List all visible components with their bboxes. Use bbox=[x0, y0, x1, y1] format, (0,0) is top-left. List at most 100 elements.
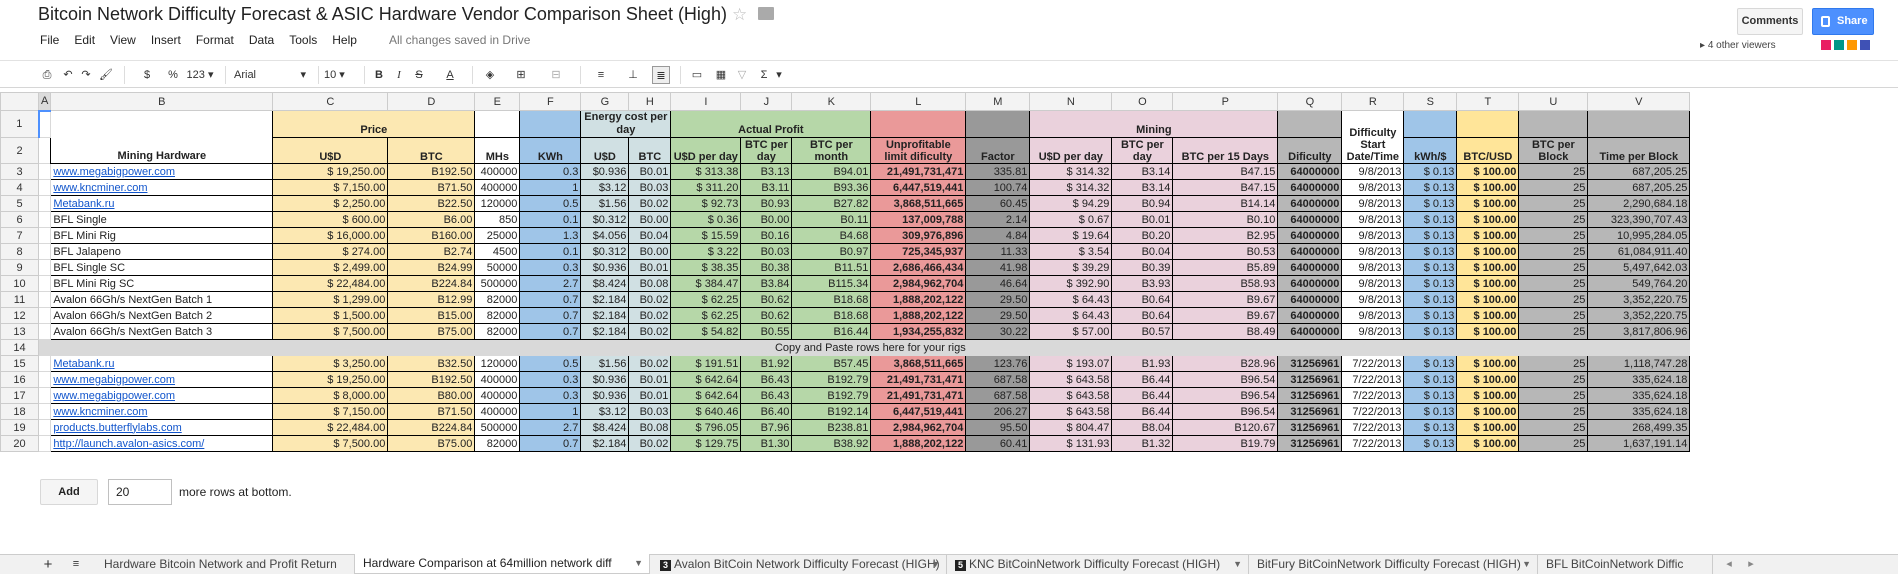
value-cell[interactable]: 25 bbox=[1518, 307, 1589, 324]
value-cell[interactable]: 82000 bbox=[474, 291, 521, 308]
value-cell[interactable]: 335,624.18 bbox=[1587, 371, 1691, 388]
menu-tools[interactable]: Tools bbox=[289, 33, 317, 47]
value-cell[interactable]: B0.04 bbox=[628, 227, 672, 244]
value-cell[interactable]: B0.94 bbox=[1111, 195, 1174, 212]
value-cell[interactable]: 0.3 bbox=[519, 259, 582, 276]
cell[interactable] bbox=[1456, 110, 1520, 138]
value-cell[interactable]: $ 0.13 bbox=[1403, 275, 1458, 292]
value-cell[interactable]: B0.38 bbox=[740, 259, 793, 276]
value-cell[interactable]: 3,817,806.96 bbox=[1587, 323, 1691, 340]
value-cell[interactable]: 21,491,731,471 bbox=[870, 371, 967, 388]
value-cell[interactable]: $ 643.58 bbox=[1029, 371, 1113, 388]
hardware-name-cell[interactable]: www.kncminer.com bbox=[50, 179, 274, 196]
value-cell[interactable]: $ 15.59 bbox=[670, 227, 742, 244]
value-cell[interactable]: B0.53 bbox=[1172, 243, 1279, 260]
sheet-tab[interactable]: Hardware Comparison at 64million network… bbox=[354, 554, 650, 574]
value-cell[interactable]: 687.58 bbox=[965, 387, 1031, 404]
value-cell[interactable]: 1,888,202,122 bbox=[870, 435, 967, 452]
header-unprofitable[interactable]: Unprofitable limit dificulty bbox=[870, 137, 967, 164]
row-number[interactable]: 6 bbox=[0, 211, 39, 228]
chevron-down-icon[interactable]: ▾ bbox=[774, 66, 784, 84]
cell[interactable] bbox=[37, 419, 52, 436]
value-cell[interactable]: 64000000 bbox=[1277, 179, 1343, 196]
value-cell[interactable]: 1,888,202,122 bbox=[870, 307, 967, 324]
value-cell[interactable]: B3.14 bbox=[1111, 179, 1174, 196]
value-cell[interactable]: $ 804.47 bbox=[1029, 419, 1113, 436]
value-cell[interactable]: 725,345,937 bbox=[870, 243, 967, 260]
value-cell[interactable]: 400000 bbox=[474, 403, 521, 420]
value-cell[interactable]: $ 314.32 bbox=[1029, 163, 1113, 180]
value-cell[interactable]: B18.68 bbox=[791, 291, 872, 308]
header-usd[interactable]: U$D bbox=[272, 137, 389, 164]
value-cell[interactable]: 9/8/2013 bbox=[1341, 323, 1405, 340]
strikethrough-icon[interactable]: S bbox=[412, 66, 426, 84]
value-cell[interactable]: 1 bbox=[519, 403, 582, 420]
value-cell[interactable]: 25 bbox=[1518, 211, 1589, 228]
sheet-tab[interactable]: Hardware Bitcoin Network and Profit Retu… bbox=[96, 555, 374, 574]
value-cell[interactable]: $ 100.00 bbox=[1456, 387, 1520, 404]
value-cell[interactable]: 64000000 bbox=[1277, 211, 1343, 228]
value-cell[interactable]: $ 0.13 bbox=[1403, 291, 1458, 308]
column-header[interactable]: S bbox=[1403, 92, 1458, 111]
column-header[interactable]: A bbox=[37, 92, 52, 111]
value-cell[interactable]: B71.50 bbox=[387, 179, 476, 196]
cell[interactable] bbox=[37, 275, 52, 292]
value-cell[interactable]: 9/8/2013 bbox=[1341, 211, 1405, 228]
value-cell[interactable]: 64000000 bbox=[1277, 227, 1343, 244]
value-cell[interactable]: B1.93 bbox=[1111, 355, 1174, 372]
hardware-name-cell[interactable]: Avalon 66Gh/s NextGen Batch 1 bbox=[50, 291, 274, 308]
add-rows-button[interactable]: Add bbox=[40, 479, 98, 505]
value-cell[interactable]: 2.7 bbox=[519, 419, 582, 436]
insert-chart-icon[interactable]: ▦ bbox=[712, 66, 730, 84]
value-cell[interactable]: 7/22/2013 bbox=[1341, 419, 1405, 436]
header-mhs[interactable]: MHs bbox=[474, 137, 521, 164]
value-cell[interactable]: $8.424 bbox=[580, 419, 630, 436]
value-cell[interactable]: 11.33 bbox=[965, 243, 1031, 260]
value-cell[interactable]: 400000 bbox=[474, 163, 521, 180]
value-cell[interactable]: 95.50 bbox=[965, 419, 1031, 436]
value-cell[interactable]: B0.64 bbox=[1111, 291, 1174, 308]
value-cell[interactable]: B0.11 bbox=[791, 211, 872, 228]
percent-format-button[interactable]: % bbox=[166, 66, 180, 84]
value-cell[interactable]: B160.00 bbox=[387, 227, 476, 244]
menu-edit[interactable]: Edit bbox=[74, 33, 95, 47]
value-cell[interactable]: B0.01 bbox=[628, 163, 672, 180]
column-header[interactable]: Q bbox=[1277, 92, 1343, 111]
hardware-name-cell[interactable]: BFL Single bbox=[50, 211, 274, 228]
value-cell[interactable]: 400000 bbox=[474, 179, 521, 196]
other-viewers[interactable]: ▸ 4 other viewers bbox=[1700, 40, 1776, 51]
value-cell[interactable]: B0.00 bbox=[628, 243, 672, 260]
value-cell[interactable]: B24.99 bbox=[387, 259, 476, 276]
value-cell[interactable]: $ 1,299.00 bbox=[272, 291, 389, 308]
value-cell[interactable]: B80.00 bbox=[387, 387, 476, 404]
copy-paste-note[interactable]: Copy and Paste rows here for your rigs bbox=[50, 339, 1691, 356]
value-cell[interactable]: $3.12 bbox=[580, 403, 630, 420]
value-cell[interactable]: 31256961 bbox=[1277, 355, 1343, 372]
value-cell[interactable]: $ 274.00 bbox=[272, 243, 389, 260]
value-cell[interactable]: B3.84 bbox=[740, 275, 793, 292]
value-cell[interactable]: B0.01 bbox=[628, 259, 672, 276]
value-cell[interactable]: $ 100.00 bbox=[1456, 291, 1520, 308]
value-cell[interactable]: $2.184 bbox=[580, 435, 630, 452]
value-cell[interactable]: $ 600.00 bbox=[272, 211, 389, 228]
row-number[interactable]: 20 bbox=[0, 435, 39, 452]
value-cell[interactable]: 6,447,519,441 bbox=[870, 179, 967, 196]
value-cell[interactable]: B28.96 bbox=[1172, 355, 1279, 372]
align-icon[interactable]: ≡ bbox=[590, 66, 612, 84]
value-cell[interactable]: B18.68 bbox=[791, 307, 872, 324]
value-cell[interactable]: B6.43 bbox=[740, 371, 793, 388]
value-cell[interactable]: 123.76 bbox=[965, 355, 1031, 372]
cell[interactable] bbox=[37, 355, 52, 372]
comments-button[interactable]: Comments bbox=[1737, 8, 1803, 35]
header-difficulty-start[interactable]: Difficulty Start Date/Time bbox=[1341, 110, 1405, 164]
value-cell[interactable]: 9/8/2013 bbox=[1341, 259, 1405, 276]
column-header[interactable]: L bbox=[870, 92, 967, 111]
value-cell[interactable]: 500000 bbox=[474, 275, 521, 292]
header-dificulty[interactable]: Dificulty bbox=[1277, 137, 1343, 164]
cell[interactable] bbox=[870, 110, 967, 138]
value-cell[interactable]: $2.184 bbox=[580, 291, 630, 308]
header-btc-per-day[interactable]: BTC per day bbox=[740, 137, 793, 164]
value-cell[interactable]: 2.7 bbox=[519, 275, 582, 292]
value-cell[interactable]: B0.16 bbox=[740, 227, 793, 244]
value-cell[interactable]: $ 57.00 bbox=[1029, 323, 1113, 340]
